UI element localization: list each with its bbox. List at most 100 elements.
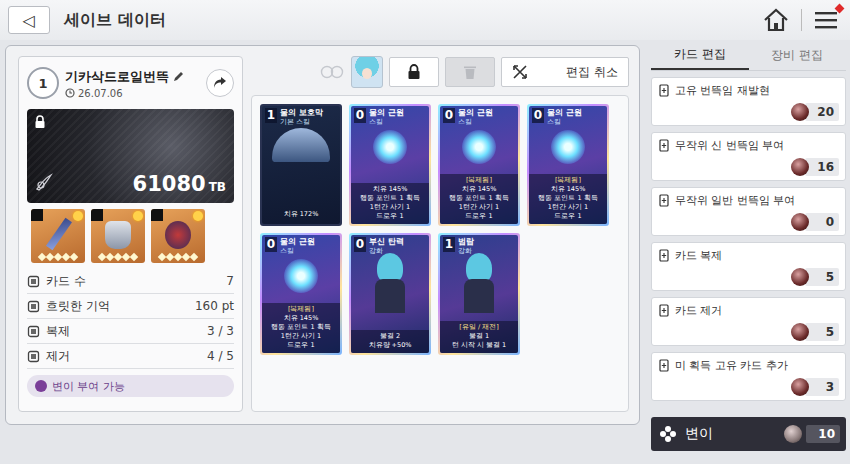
save-data-screen: ◁세이브 데이터1기카삭드로일번뜩26.07.0661080TB카드 수7흐릿한… bbox=[0, 0, 850, 464]
resource-count: 0 bbox=[805, 213, 839, 231]
equipment-slot[interactable] bbox=[91, 209, 145, 263]
equipment-slot[interactable] bbox=[31, 209, 85, 263]
tab[interactable]: 장비 편집 bbox=[749, 40, 847, 70]
share-button[interactable] bbox=[206, 69, 234, 97]
edit-action[interactable]: 미 획득 고유 카드 추가3 bbox=[651, 352, 846, 401]
star-icon bbox=[190, 253, 198, 261]
delete-button[interactable] bbox=[445, 57, 495, 87]
back-button[interactable]: ◁ bbox=[8, 6, 50, 34]
resource-count: 3 bbox=[805, 378, 839, 396]
card-description: 물결 2치유량 +50% bbox=[351, 330, 429, 353]
lock-button[interactable] bbox=[389, 57, 439, 87]
sun-icon bbox=[133, 211, 143, 221]
star-icon bbox=[70, 253, 78, 261]
edit-action[interactable]: 고유 번뜩임 재발현20 bbox=[651, 77, 846, 126]
slot-type-icon bbox=[151, 209, 163, 221]
card-action-icon bbox=[658, 249, 670, 262]
resource-icon bbox=[791, 158, 809, 176]
pencil-icon[interactable] bbox=[173, 71, 184, 82]
card-name: 부신 탄력 bbox=[369, 237, 404, 247]
slot-type-icon bbox=[91, 209, 103, 221]
flower-icon bbox=[659, 425, 677, 443]
card-description: [유일 / 재전]물결 1턴 시작 시 물결 1 bbox=[440, 321, 518, 353]
emblem-icon bbox=[33, 171, 55, 193]
resource-icon bbox=[791, 323, 809, 341]
mutation-action[interactable]: 변이10 bbox=[651, 417, 846, 451]
card-type: 강화 bbox=[369, 247, 404, 256]
card-name: 물의 보호막 bbox=[280, 108, 323, 118]
edit-action[interactable]: 카드 복제5 bbox=[651, 242, 846, 291]
toolbar: 편집 취소 bbox=[251, 56, 629, 88]
skill-card[interactable]: 0물의 근원스킬치유 145%행동 포인트 1 획득1턴간 사기 1드로우 1 bbox=[349, 104, 431, 226]
save-banner: 61080TB bbox=[27, 109, 234, 203]
card-name: 범람 bbox=[458, 237, 474, 247]
resource-count: 20 bbox=[805, 103, 839, 121]
deck-area: 1물의 보호막기본 스킬치유 172%0물의 근원스킬치유 145%행동 포인트… bbox=[251, 95, 629, 412]
card-name: 물의 근원 bbox=[280, 237, 315, 247]
card-cost: 0 bbox=[354, 237, 366, 252]
resource-icon bbox=[791, 103, 809, 121]
card-type: 스킬 bbox=[369, 118, 404, 127]
slot-type-icon bbox=[31, 209, 43, 221]
card-cost: 1 bbox=[443, 237, 455, 252]
weapon-icon bbox=[46, 218, 72, 250]
equipment-slot[interactable] bbox=[151, 209, 205, 263]
tab[interactable]: 카드 편집 bbox=[651, 40, 749, 70]
stat-icon bbox=[27, 275, 40, 288]
card-name: 물의 근원 bbox=[369, 108, 404, 118]
armor-icon bbox=[105, 221, 131, 249]
skill-card[interactable]: 1범람강화 [유일 / 재전]물결 1턴 시작 시 물결 1 bbox=[438, 233, 520, 355]
card-type: 강화 bbox=[458, 247, 474, 256]
rank-badge: 1 bbox=[27, 67, 59, 99]
sun-icon bbox=[193, 211, 203, 221]
top-bar: ◁세이브 데이터 bbox=[0, 0, 850, 40]
resource-count: 10 bbox=[806, 425, 840, 443]
card-description: [복제됨]치유 145%행동 포인트 1 획득1턴간 사기 1드로우 1 bbox=[262, 303, 340, 353]
card-name: 물의 근원 bbox=[458, 108, 493, 118]
lock-icon bbox=[407, 64, 421, 80]
card-action-icon bbox=[658, 359, 670, 372]
save-date: 26.07.06 bbox=[78, 88, 123, 99]
lock-icon bbox=[34, 115, 46, 129]
link-rings-icon bbox=[319, 65, 345, 79]
cancel-edit-button[interactable]: 편집 취소 bbox=[501, 57, 629, 87]
skill-card[interactable]: 0물의 근원스킬[복제됨]치유 145%행동 포인트 1 획득1턴간 사기 1드… bbox=[527, 104, 609, 226]
stat-icon bbox=[27, 350, 40, 363]
menu-button[interactable] bbox=[814, 10, 838, 30]
card-description: 치유 145%행동 포인트 1 획득1턴간 사기 1드로우 1 bbox=[351, 183, 429, 224]
stat-row: 제거4 / 5 bbox=[27, 344, 234, 369]
skill-card[interactable]: 0부신 탄력강화물결 2치유량 +50% bbox=[349, 233, 431, 355]
share-icon bbox=[212, 75, 228, 91]
character-avatar[interactable] bbox=[351, 56, 383, 88]
card-type: 기본 스킬 bbox=[280, 118, 323, 127]
card-action-icon bbox=[658, 304, 670, 317]
card-description: [복제됨]치유 145%행동 포인트 1 획득1턴간 사기 1드로우 1 bbox=[529, 174, 607, 224]
notification-dot bbox=[835, 4, 845, 14]
stat-row: 복제3 / 3 bbox=[27, 319, 234, 344]
save-name: 기카삭드로일번뜩 bbox=[65, 68, 169, 86]
score: 61080TB bbox=[133, 172, 226, 196]
resource-count: 16 bbox=[805, 158, 839, 176]
edit-action[interactable]: 무작위 신 번뜩임 부여16 bbox=[651, 132, 846, 181]
resource-count: 5 bbox=[805, 268, 839, 286]
menu-icon[interactable] bbox=[814, 10, 838, 30]
card-cost: 0 bbox=[354, 108, 366, 123]
edit-action[interactable]: 카드 제거5 bbox=[651, 297, 846, 346]
stat-icon bbox=[27, 300, 40, 313]
card-action-icon bbox=[658, 194, 670, 207]
home-icon[interactable] bbox=[763, 8, 789, 32]
stat-row: 흐릿한 기억160 pt bbox=[27, 294, 234, 319]
card-name: 물의 근원 bbox=[547, 108, 582, 118]
skill-card[interactable]: 1물의 보호막기본 스킬치유 172% bbox=[260, 104, 342, 226]
card-cost: 0 bbox=[265, 237, 277, 252]
card-action-icon bbox=[658, 84, 670, 97]
resource-icon bbox=[791, 378, 809, 396]
mutation-badge: 변이 부여 가능 bbox=[27, 375, 234, 397]
mutation-icon bbox=[35, 380, 47, 392]
skill-card[interactable]: 0물의 근원스킬[복제됨]치유 145%행동 포인트 1 획득1턴간 사기 1드… bbox=[438, 104, 520, 226]
accessory-icon bbox=[165, 221, 191, 249]
skill-card[interactable]: 0물의 근원스킬[복제됨]치유 145%행동 포인트 1 획득1턴간 사기 1드… bbox=[260, 233, 342, 355]
edit-action[interactable]: 무작위 일반 번뜩임 부여0 bbox=[651, 187, 846, 236]
card-type: 스킬 bbox=[547, 118, 582, 127]
card-description: [복제됨]치유 145%행동 포인트 1 획득1턴간 사기 1드로우 1 bbox=[440, 174, 518, 224]
